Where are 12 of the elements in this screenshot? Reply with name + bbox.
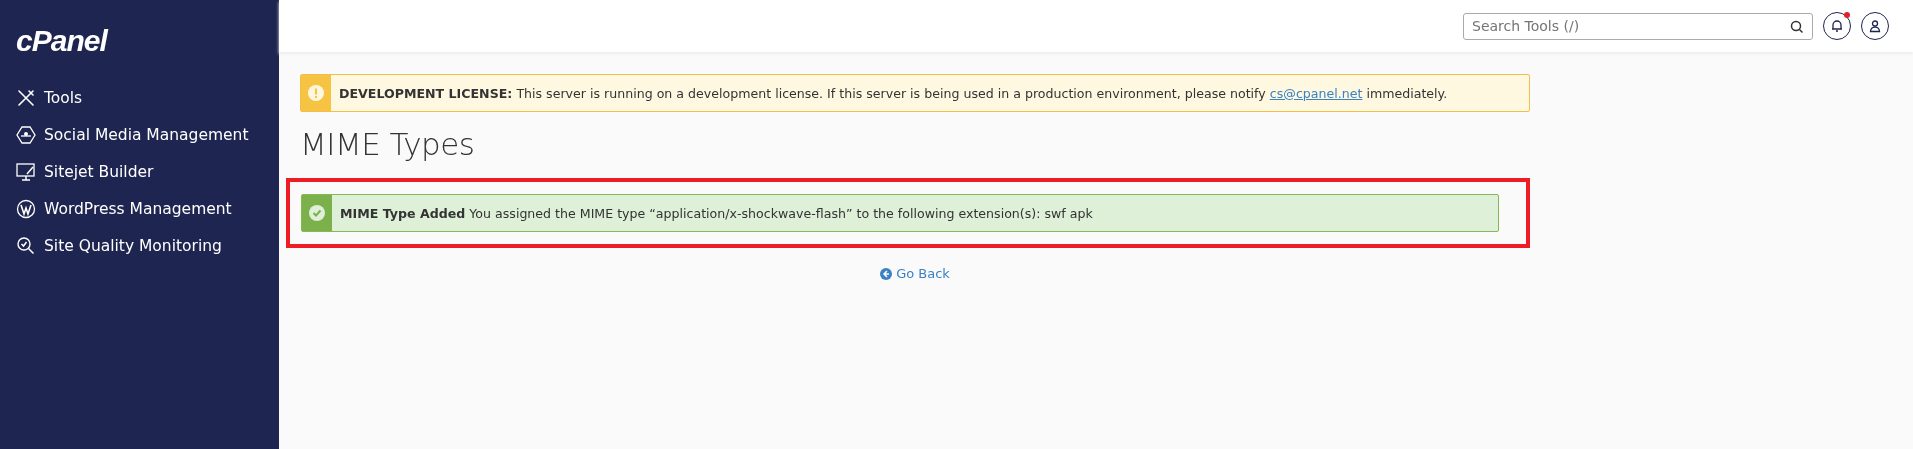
search-field[interactable]: Search Tools (/) xyxy=(1463,12,1813,40)
success-message: MIME Type Added You assigned the MIME type “application/x-shockwave-flash” to the following extension(s): swf apk xyxy=(339,204,1094,223)
go-back-link[interactable]: Go Back xyxy=(880,266,950,281)
sidebar-item[interactable]: Site Quality Monitoring xyxy=(16,236,263,256)
sidebar-item[interactable]: Tools xyxy=(16,88,263,108)
sidebar-item[interactable]: Sitejet Builder xyxy=(16,162,263,182)
license-message: DEVELOPMENT LICENSE: This server is running on a development license. If this server is being used in a production environment, please notify cs@cpanel.net immediately. xyxy=(338,84,1449,103)
email-link[interactable]: cs@cpanel.net xyxy=(1269,85,1363,101)
page-title: MIME Types xyxy=(300,126,476,162)
cpanel-logo: cPanel xyxy=(16,24,107,58)
sidebar-item[interactable]: Social Media Management xyxy=(16,125,263,145)
sidebar-item[interactable]: WordPress Management xyxy=(16,199,263,219)
